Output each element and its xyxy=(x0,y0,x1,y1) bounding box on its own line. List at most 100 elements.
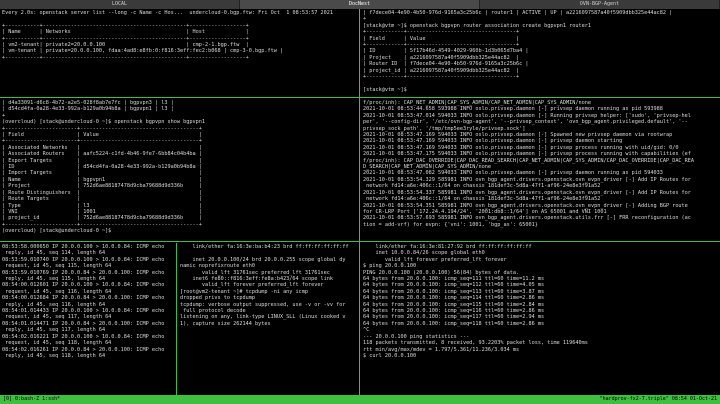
pane-divider-vertical[interactable] xyxy=(359,9,360,395)
tmux-status-bar: [0] 0:bash-Z 1:ssh* "hardprov-fx2-7.trip… xyxy=(0,395,720,404)
terminal-line: 08:53:59.010769 IP 20.0.0.84 > 20.0.0.10… xyxy=(2,269,165,276)
status-window-list[interactable]: [0] 0:bash-Z 1:ssh* xyxy=(0,395,63,404)
pane-ping[interactable]: link/ether fa:16:3e:81:27:92 brd ff:ff:f… xyxy=(361,243,720,395)
status-host-time: "hardprov-fx2-7.triple" 08:54 01-Oct-21 xyxy=(599,396,717,402)
terminal-line: request, id 45, seq 117, length 64 xyxy=(5,314,112,321)
terminal-line: per', '--config-dir', '/etc/ovn-bgp-agen… xyxy=(363,119,688,126)
terminal-line: 2021-10-01 08:53:54.337 585981 INFO ovn_… xyxy=(363,189,691,196)
terminal-line: 08:54:00.012601 IP 20.0.0.100 > 10.0.0.8… xyxy=(2,282,165,289)
terminal-line: $ ping 20.0.0.100 xyxy=(363,263,417,270)
terminal-line: | d54cd4fa-0a28-4e33-992a-b129a0b94b8a |… xyxy=(2,106,174,113)
terminal-line: +-----------------------+---------------… xyxy=(2,125,202,132)
terminal-line: | vm-tenant | private=20.0.0.100, fdaa:4… xyxy=(2,48,284,55)
terminal-line: +-----------+---------------------------… xyxy=(2,22,249,29)
terminal-line: | Export Targets | | xyxy=(2,157,202,164)
pane-router-association-text: | f7dece04-4e90-4b50-976d-9165a3c25b6c |… xyxy=(361,9,720,94)
terminal-line: PING 20.0.0.100 (20.0.0.100) 56(84) byte… xyxy=(363,269,520,276)
terminal-line: request, id 45, seq 116, length 64 xyxy=(5,288,112,295)
pane-ping-text: link/ether fa:16:3e:81:27:92 brd ff:ff:f… xyxy=(361,243,720,360)
terminal-line: for CR-LRP Port ['172.24.4.194/24', '200… xyxy=(363,208,607,215)
terminal-line: $ curl 20.0.0.100 xyxy=(363,352,417,359)
terminal-line: --- 20.0.0.100 ping statistics --- xyxy=(363,333,470,340)
terminal-line: 08:53:58.000650 IP 20.0.0.100 > 10.0.0.8… xyxy=(2,244,165,250)
terminal-line: | f7dece04-4e90-4b50-976d-9165a3c25b6c |… xyxy=(363,10,673,16)
terminal-line: valid_lft forever preferred_lft forever xyxy=(384,256,507,263)
terminal-line: 2021-10-01 08:53:47.082 594033 INFO oslo… xyxy=(363,170,663,177)
tab-docnest[interactable]: DocNest xyxy=(240,0,480,9)
terminal-line: network fd14:a6e:406c::1/64 on chassis 1… xyxy=(366,196,601,203)
pane-agent-log-text: f/proc/inh): CAP_NET_ADMIN|CAP_SYS_ADMIN… xyxy=(361,99,720,229)
terminal-line: 2021-10-01 08:53:54.329 585981 INFO ovn_… xyxy=(363,176,691,183)
terminal-line: inet 20.0.0.100/24 brd 20.0.0.255 scope … xyxy=(192,256,346,263)
terminal-line: link/ether fa:16:3e:81:27:92 brd ff:ff:f… xyxy=(375,244,532,250)
tab-local[interactable]: LOCAL xyxy=(0,0,240,9)
pane-agent-log[interactable]: f/proc/inh): CAP_NET_ADMIN|CAP_SYS_ADMIN… xyxy=(361,99,720,241)
terminal-line: inet 10.0.0.84/26 scope global eth0 xyxy=(375,250,485,257)
terminal-line: 2021-10-01 08:53:47.169 594033 INFO oslo… xyxy=(363,132,673,139)
terminal-line: | Name | bgpvpn1 | xyxy=(2,176,202,183)
terminal-line: tion = add-vrf) for evpn: {'vni': 1001, … xyxy=(363,221,538,228)
terminal-line: +------------+--------------------------… xyxy=(363,42,520,49)
terminal-line: listening on any, link-type LINUX_SLL (L… xyxy=(180,314,346,321)
pane-bgpvpn-show-text: | d4a33091-d6c8-4b72-a2e5-028f8ab7e7fc |… xyxy=(0,99,359,236)
pane-divider-horizontal-top[interactable] xyxy=(0,97,720,98)
terminal-line: 08:53:59.010740 IP 20.0.0.100 > 10.0.0.8… xyxy=(2,256,165,263)
pane-server-list[interactable]: Every 2.0s: openstack server list --long… xyxy=(0,9,359,97)
terminal-line: +------------+--------------------------… xyxy=(363,29,520,36)
pane-divider-vertical-bottom[interactable] xyxy=(176,243,177,395)
terminal-line: | Router ID | f7dece04-4e90-4b50-976d-91… xyxy=(363,61,529,68)
terminal-line: rtt min/avg/max/mdev = 1.797/5.361/11.23… xyxy=(363,346,520,353)
tab-ovn-bgp-agent[interactable]: OVN-BGP-Agent xyxy=(480,0,720,9)
terminal-line: 2021-10-01 08:53:47.169 594033 INFO oslo… xyxy=(363,144,679,151)
terminal-line: +-----------------------+---------------… xyxy=(2,221,202,228)
terminal-line: link/ether fa:16:3e:ba:b4:23 brd ff:ff:f… xyxy=(192,244,349,250)
terminal-line: | ID | d54cd4fa-0a28-4e33-992a-b129a0b94… xyxy=(2,164,202,171)
pane-vm2-tenant[interactable]: link/ether fa:16:3e:ba:b4:23 brd ff:ff:f… xyxy=(178,243,359,395)
terminal-line: ^C xyxy=(363,327,370,334)
terminal-line: | vm2-tenant| private2=20.0.0.100 | cmp-… xyxy=(2,42,249,49)
terminal-line: 08:54:02.016221 IP 20.0.0.100 > 10.0.0.8… xyxy=(2,333,165,340)
terminal-line: 08:54:02.016261 IP 20.0.0.84 > 20.0.0.10… xyxy=(2,346,165,353)
terminal-line: reply, id 45, seq 114, length 64 xyxy=(5,250,106,257)
terminal-line: (overcloud) [stack@undercloud-0 ~]$ open… xyxy=(2,119,206,126)
pane-router-association[interactable]: | f7dece04-4e90-4b50-976d-9165a3c25b6c |… xyxy=(361,9,720,97)
terminal-line: +------------+--------------------------… xyxy=(363,74,520,81)
terminal-line: 118 packets transmitted, 8 received, 93.… xyxy=(363,340,588,347)
terminal-line: +-----------+---------------------------… xyxy=(2,54,249,61)
terminal-line: 08:54:01.014433 IP 20.0.0.100 > 10.0.0.8… xyxy=(2,308,165,315)
terminal-line: request, id 45, seq 115, length 64 xyxy=(5,263,112,270)
terminal-line: | Project | 752d6ae88187478d9cba79688d9d… xyxy=(2,183,202,190)
terminal-line: 64 bytes from 20.0.0.100: icmp_seq=117 t… xyxy=(363,314,545,321)
terminal-line: 1), capture size 262144 bytes xyxy=(180,320,271,327)
terminal-line: Every 2.0s: openstack server list --long… xyxy=(2,10,334,16)
terminal-line: 08:54:01.014471 IP 20.0.0.84 > 20.0.0.10… xyxy=(2,320,165,327)
terminal-tab-bar: LOCAL DocNest OVN-BGP-Agent xyxy=(0,0,720,9)
pane-divider-horizontal-mid[interactable] xyxy=(0,241,720,242)
pane-tcpdump-output[interactable]: 08:53:58.000650 IP 20.0.0.100 > 10.0.0.8… xyxy=(0,243,176,395)
terminal-line: 2021-10-01 08:53:54.351 585981 INFO ovn_… xyxy=(363,202,688,209)
terminal-line: | Route Targets | | xyxy=(2,196,202,203)
terminal-line: (overcloud) [stack@undercloud-0 ~]$ xyxy=(2,228,112,235)
pane-bgpvpn-show[interactable]: | d4a33091-d6c8-4b72-a2e5-028f8ab7e7fc |… xyxy=(0,99,359,241)
terminal-line: reply, id 45, seq 115, length 64 xyxy=(5,276,106,283)
terminal-line: 2021-10-01 08:53:47.169 594033 INFO oslo… xyxy=(363,138,623,145)
terminal-line: reply, id 45, seq 118, length 64 xyxy=(5,352,106,359)
terminal-line: f/proc/inh): CAP_NET_ADMIN|CAP_SYS_ADMIN… xyxy=(363,100,591,106)
terminal-line: 2021-10-01 08:53:44.658 593988 INFO oslo… xyxy=(363,106,663,113)
terminal-line: dropped privs to tcpdump xyxy=(180,295,255,302)
terminal-line: 64 bytes from 20.0.0.100: icmp_seq=115 t… xyxy=(363,301,545,308)
terminal-line: full protocol decode xyxy=(183,308,246,315)
terminal-line: | Field | Value | xyxy=(2,132,202,139)
terminal-line: [root@vm2-tenant ~]# tcpdump -ni any icm… xyxy=(180,288,309,295)
terminal-line: D_SEARCH|CAP_NET_ADMIN|CAP_SYS_ADMIN/non… xyxy=(363,164,492,171)
pane-server-list-text: Every 2.0s: openstack server list --long… xyxy=(0,9,359,62)
terminal-line: | Route Distinguishers | | xyxy=(2,189,202,196)
terminal-line: 64 bytes from 20.0.0.100: icmp_seq=113 t… xyxy=(363,288,545,295)
terminal-line: valid_lft 31761sec preferred_lft 31761se… xyxy=(201,269,330,276)
terminal-line: 64 bytes from 20.0.0.100: icmp_seq=111 t… xyxy=(363,276,545,283)
terminal-line: +-----------+---------------------------… xyxy=(2,35,249,42)
terminal-line: | project_id | 752d6ae88187478d9cba79688… xyxy=(2,215,202,222)
pane-vm2-tenant-text: link/ether fa:16:3e:ba:b4:23 brd ff:ff:f… xyxy=(178,243,359,328)
terminal-line: | Field | Value | xyxy=(363,35,520,42)
terminal-line: | Associated Routers | aafc5224-c1fd-4b4… xyxy=(2,151,202,158)
